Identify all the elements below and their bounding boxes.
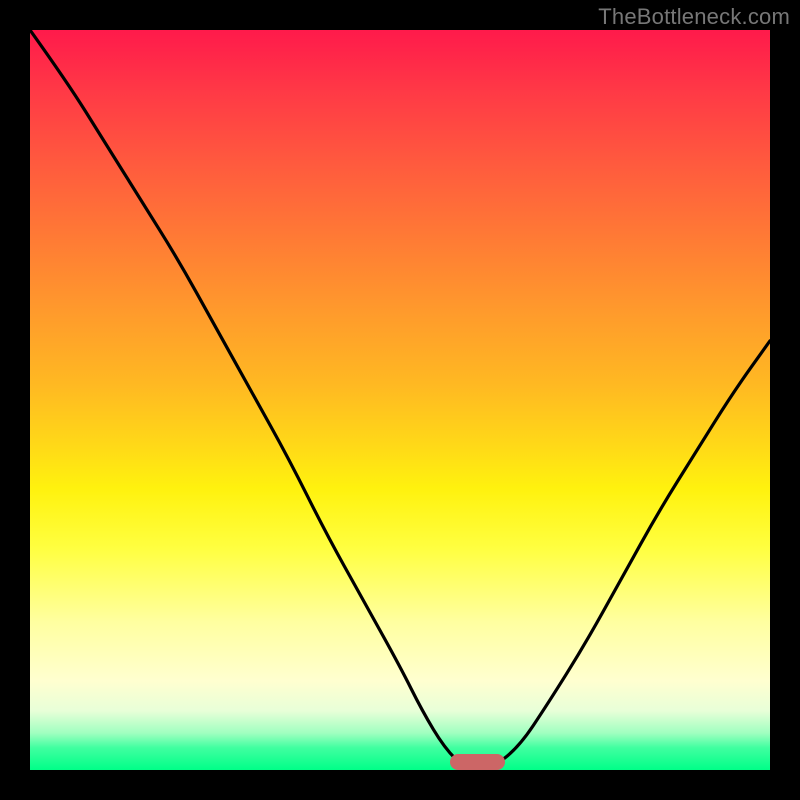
watermark-text: TheBottleneck.com bbox=[598, 4, 790, 30]
optimal-marker bbox=[450, 754, 506, 770]
chart-frame: TheBottleneck.com bbox=[0, 0, 800, 800]
curve-path bbox=[30, 30, 770, 770]
bottleneck-curve bbox=[30, 30, 770, 770]
plot-area bbox=[30, 30, 770, 770]
